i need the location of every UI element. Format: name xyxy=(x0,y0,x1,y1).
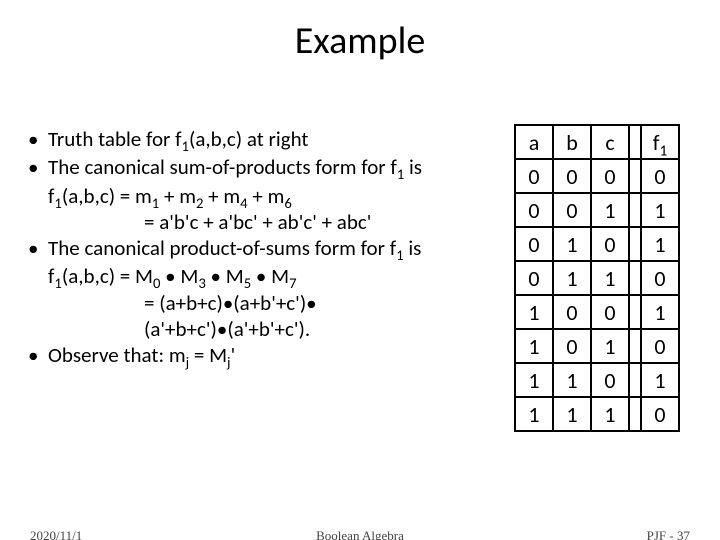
txt: is xyxy=(404,235,422,261)
cell: 1 xyxy=(553,261,591,295)
table-row: 1 1 0 1 xyxy=(515,363,679,397)
txt: • M xyxy=(251,263,289,289)
cell-gap xyxy=(629,329,641,363)
txt: (a,b,c) at right xyxy=(189,126,308,152)
cell: 0 xyxy=(515,193,553,227)
bullet-4: • Observe that: mj = Mj' xyxy=(28,342,498,368)
cell: 0 xyxy=(641,329,679,363)
txt: • M xyxy=(160,263,198,289)
cell: 0 xyxy=(641,397,679,431)
cell: 1 xyxy=(591,397,629,431)
bullet-3-line3: = (a+b+c)•(a+b'+c')• xyxy=(144,290,498,316)
cell: 0 xyxy=(553,159,591,193)
bullet-2-line2: f1(a,b,c) = m1 + m2 + m4 + m6 xyxy=(48,183,498,209)
cell: 0 xyxy=(515,261,553,295)
bullet-dot: • xyxy=(28,235,48,261)
txt: Observe that: m xyxy=(48,342,186,368)
slide-title: Example xyxy=(0,18,720,64)
bullet-3-text: The canonical product-of-sums form for f… xyxy=(48,235,498,261)
cell: 1 xyxy=(641,227,679,261)
table-row: 0 1 0 1 xyxy=(515,227,679,261)
txt: = M xyxy=(189,342,227,368)
col-c: c xyxy=(591,125,629,159)
sub: 1 xyxy=(659,141,667,160)
cell: 0 xyxy=(641,159,679,193)
bullet-2-text: The canonical sum-of-products form for f… xyxy=(48,154,498,180)
col-a: a xyxy=(515,125,553,159)
cell: 0 xyxy=(553,295,591,329)
bullet-2: • The canonical sum-of-products form for… xyxy=(28,154,498,180)
body-text: • Truth table for f1(a,b,c) at right • T… xyxy=(28,126,498,370)
cell: 1 xyxy=(641,295,679,329)
cell: 1 xyxy=(515,329,553,363)
cell: 0 xyxy=(515,159,553,193)
bullet-4-text: Observe that: mj = Mj' xyxy=(48,342,498,368)
cell: 1 xyxy=(641,193,679,227)
bullet-1-text: Truth table for f1(a,b,c) at right xyxy=(48,126,498,152)
bullet-3-line4: (a'+b+c')•(a'+b'+c'). xyxy=(144,316,498,342)
cell-gap xyxy=(629,397,641,431)
sub: 1 xyxy=(182,137,189,155)
table-header-row: a b c f1 xyxy=(515,125,679,159)
cell: 1 xyxy=(591,329,629,363)
table-row: 1 1 1 0 xyxy=(515,397,679,431)
txt: (a,b,c) = M xyxy=(62,263,153,289)
cell: 1 xyxy=(515,363,553,397)
table-row: 0 0 1 1 xyxy=(515,193,679,227)
cell-gap xyxy=(629,227,641,261)
footer-page: PJF - 37 xyxy=(647,528,690,540)
txt: • M xyxy=(206,263,244,289)
txt: is xyxy=(404,154,422,180)
txt: The canonical sum-of-products form for f xyxy=(48,154,397,180)
bullet-3-line2: f1(a,b,c) = M0 • M3 • M5 • M7 xyxy=(48,263,498,289)
cell: 0 xyxy=(553,329,591,363)
col-b: b xyxy=(553,125,591,159)
bullet-2-line3: = a'b'c + a'bc' + ab'c' + abc' xyxy=(144,209,498,235)
txt: ' xyxy=(231,342,236,368)
table-row: 0 0 0 0 xyxy=(515,159,679,193)
cell-gap xyxy=(629,159,641,193)
sub: 1 xyxy=(54,194,61,212)
bullet-dot: • xyxy=(28,154,48,180)
cell: 0 xyxy=(591,159,629,193)
sub: 1 xyxy=(396,246,403,264)
cell: 1 xyxy=(515,397,553,431)
cell-gap xyxy=(629,363,641,397)
cell: 1 xyxy=(553,363,591,397)
cell: 0 xyxy=(553,193,591,227)
txt: + m xyxy=(203,183,240,209)
col-f1: f1 xyxy=(641,125,679,159)
txt: Truth table for f xyxy=(48,126,182,152)
txt: The canonical product-of-sums form for f xyxy=(48,235,396,261)
cell: 0 xyxy=(591,227,629,261)
col-gap xyxy=(629,125,641,159)
bullet-1: • Truth table for f1(a,b,c) at right xyxy=(28,126,498,152)
bullet-dot: • xyxy=(28,126,48,152)
cell: 1 xyxy=(553,227,591,261)
cell-gap xyxy=(629,295,641,329)
cell-gap xyxy=(629,261,641,295)
cell-gap xyxy=(629,193,641,227)
cell: 0 xyxy=(641,261,679,295)
truth-table: a b c f1 0 0 0 0 0 0 1 1 0 1 0 1 0 xyxy=(514,124,680,432)
cell: 1 xyxy=(641,363,679,397)
bullet-dot: • xyxy=(28,342,48,368)
cell: 1 xyxy=(591,261,629,295)
sub: 1 xyxy=(54,274,61,292)
table-row: 1 0 0 1 xyxy=(515,295,679,329)
txt: + m xyxy=(159,183,196,209)
bullet-3: • The canonical product-of-sums form for… xyxy=(28,235,498,261)
table-row: 0 1 1 0 xyxy=(515,261,679,295)
cell: 1 xyxy=(591,193,629,227)
cell: 1 xyxy=(515,295,553,329)
cell: 0 xyxy=(591,363,629,397)
cell: 0 xyxy=(515,227,553,261)
txt: + m xyxy=(248,183,285,209)
cell: 1 xyxy=(553,397,591,431)
txt: (a,b,c) = m xyxy=(62,183,152,209)
table-row: 1 0 1 0 xyxy=(515,329,679,363)
footer-center: Boolean Algebra xyxy=(0,528,720,540)
cell: 0 xyxy=(591,295,629,329)
slide: Example • Truth table for f1(a,b,c) at r… xyxy=(0,18,720,540)
